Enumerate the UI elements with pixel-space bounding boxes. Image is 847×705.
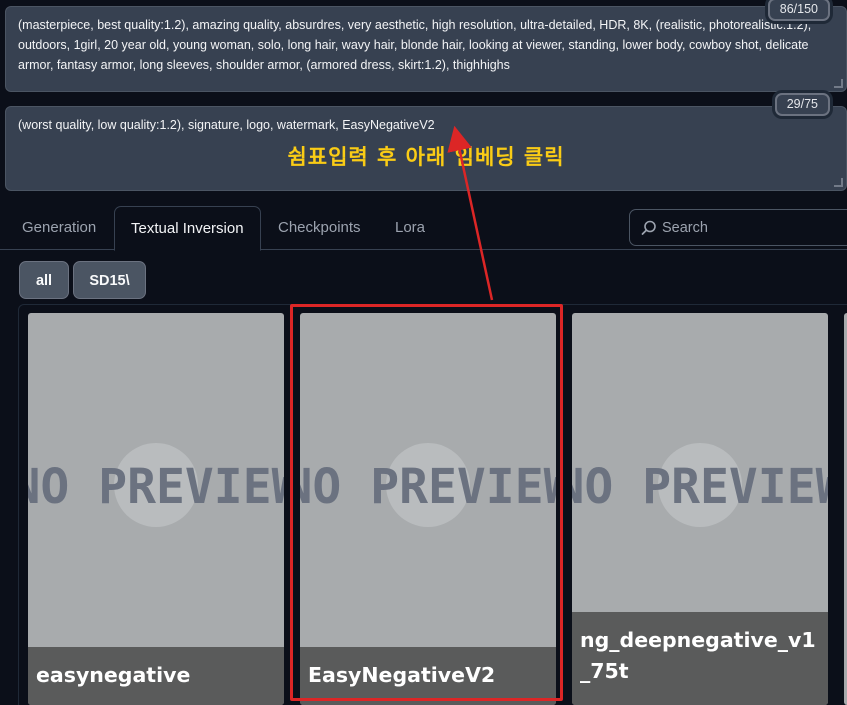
card-label: easynegative xyxy=(28,647,284,705)
negative-prompt-textarea[interactable]: (worst quality, low quality:1.2), signat… xyxy=(5,93,847,191)
tab-lora[interactable]: Lora xyxy=(385,206,435,250)
resize-handle[interactable] xyxy=(834,178,843,187)
no-preview-image: NO PREVIEW xyxy=(28,443,284,527)
negative-prompt-text[interactable]: (worst quality, low quality:1.2), signat… xyxy=(18,115,834,135)
card-label: ng_deepnegative_v1_75t xyxy=(572,612,828,705)
resize-handle[interactable] xyxy=(834,79,843,88)
tab-textual-inversion[interactable]: Textual Inversion xyxy=(114,206,261,251)
no-preview-line-1: NO PREVIEW xyxy=(28,459,284,515)
annotation-text: 쉼표입력 후 아래 임베딩 클릭 xyxy=(287,145,565,169)
positive-prompt-text[interactable]: (masterpiece, best quality:1.2), amazing… xyxy=(18,15,834,75)
filter-sd15-button[interactable]: SD15\ xyxy=(73,261,146,299)
positive-prompt-textarea[interactable]: (masterpiece, best quality:1.2), amazing… xyxy=(5,0,847,92)
search-icon xyxy=(641,220,656,235)
no-preview-image: NO PREVIEW xyxy=(572,443,828,527)
search-box[interactable] xyxy=(629,209,847,246)
search-input[interactable] xyxy=(662,210,847,245)
filter-all-button[interactable]: all xyxy=(19,261,69,299)
positive-token-counter: 86/150 xyxy=(767,0,830,21)
highlight-box xyxy=(290,304,563,701)
embedding-card[interactable]: NO PREVIEW ng_deepnegative_v1_75t xyxy=(572,313,828,705)
tab-generation[interactable]: Generation xyxy=(12,206,106,250)
negative-token-counter: 29/75 xyxy=(774,93,830,116)
no-preview-line-1: NO PREVIEW xyxy=(572,459,828,515)
embedding-card[interactable]: NO PREVIEW easynegative xyxy=(28,313,284,705)
tab-checkpoints[interactable]: Checkpoints xyxy=(268,206,371,250)
